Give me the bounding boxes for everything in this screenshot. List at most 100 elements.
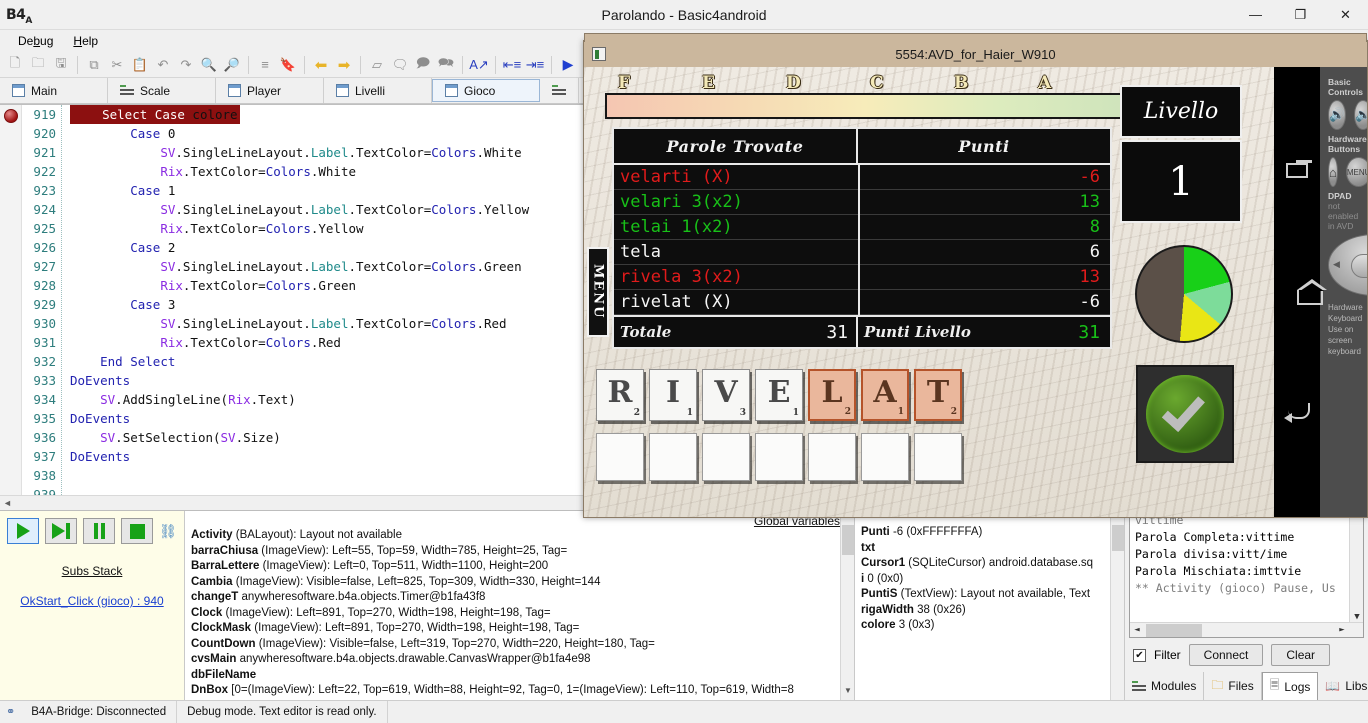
menu-item-debug[interactable]: Debug [8, 32, 63, 50]
pause-button[interactable] [83, 518, 116, 544]
global-variable-row[interactable]: ClockMask (ImageView): Left=891, Top=270… [185, 621, 854, 637]
global-variable-row[interactable]: changeT anywheresoftware.b4a.objects.Tim… [185, 590, 854, 606]
local-variables-panel[interactable]: Punti -6 (0xFFFFFFFA) txt Cursor1 (SQLiteC… [855, 511, 1125, 700]
minimize-button[interactable]: — [1233, 0, 1278, 30]
comment-remove-icon[interactable]: 🗪 [435, 54, 457, 76]
copy-icon[interactable]: ⧉ [83, 54, 105, 76]
subs-stack-item[interactable]: OkStart_Click (gioco) : 940 [20, 594, 163, 608]
close-button[interactable]: ✕ [1323, 0, 1368, 30]
global-variables-panel[interactable]: Global variables Activity (BALayout): La… [185, 511, 855, 700]
phone-screen[interactable]: F E D C B A MENU Parole Trovate Punti velarti… [584, 67, 1274, 517]
scroll-thumb[interactable] [842, 525, 854, 555]
tab-files[interactable]: 🗀 Files [1204, 672, 1262, 700]
tile-slot[interactable] [649, 433, 697, 481]
breakpoint-icon[interactable] [4, 109, 18, 123]
scroll-down-icon[interactable]: ▼ [841, 686, 854, 700]
tile-slot[interactable] [861, 433, 909, 481]
locals-vertical-scrollbar[interactable] [1110, 511, 1124, 700]
local-variable-row[interactable]: colore 3 (0x3) [855, 618, 1124, 634]
local-variable-row[interactable]: rigaWidth 38 (0x26) [855, 603, 1124, 619]
connect-button[interactable]: Connect [1188, 644, 1264, 666]
redo-icon[interactable]: ↷ [175, 54, 197, 76]
module-tab-main[interactable]: Main [0, 78, 108, 103]
tile-slot[interactable] [914, 433, 962, 481]
letter-tile[interactable]: I1 [649, 369, 697, 421]
module-tab-more[interactable] [540, 78, 579, 103]
tab-modules[interactable]: Modules [1125, 672, 1205, 700]
module-tab-gioco[interactable]: Gioco [432, 79, 540, 102]
letter-tile-rack[interactable]: R2I1V3E1L2A1T2 [596, 369, 966, 424]
recents-icon[interactable] [1286, 163, 1308, 179]
tab-logs[interactable]: 🗏 Logs [1261, 672, 1319, 700]
global-variable-row[interactable]: BarraLettere (ImageView): Left=0, Top=51… [185, 559, 854, 575]
globals-vertical-scrollbar[interactable]: ▲ ▼ [840, 511, 854, 700]
local-variable-row[interactable]: PuntiS (TextView): Layout not available,… [855, 587, 1124, 603]
back-icon[interactable] [1284, 402, 1310, 423]
comment-icon[interactable]: 🗨 [389, 54, 411, 76]
align-icon[interactable]: ≡ [254, 54, 276, 76]
empty-tile-slots[interactable] [596, 433, 966, 485]
clear-button[interactable]: Clear [1271, 644, 1331, 666]
global-variable-row[interactable]: Activity (BALayout): Layout not availabl… [185, 528, 854, 544]
volume-icon[interactable]: 🔊 [1328, 100, 1347, 130]
global-variable-row[interactable]: cvsMain anywheresoftware.b4a.objects.dra… [185, 652, 854, 668]
global-variable-row[interactable]: CountDown (ImageView): Visible=false, Le… [185, 637, 854, 653]
menu-button[interactable]: MENU [1345, 157, 1367, 187]
local-variables-list[interactable]: Punti -6 (0xFFFFFFFA) txt Cursor1 (SQLiteC… [855, 511, 1124, 634]
breakpoint-gutter[interactable] [0, 105, 22, 495]
dpad-control[interactable]: ▲ ▼ ◀ ▶ [1328, 234, 1367, 296]
step-over-button[interactable] [45, 518, 78, 544]
continue-button[interactable] [7, 518, 40, 544]
new-file-icon[interactable]: 🗋 [4, 54, 26, 76]
local-variable-row[interactable]: i 0 (0x0) [855, 572, 1124, 588]
letter-tile[interactable]: L2 [808, 369, 856, 421]
local-variable-row[interactable]: Cursor1 (SQLiteCursor) android.database.… [855, 556, 1124, 572]
tile-slot[interactable] [702, 433, 750, 481]
back-arrow-icon[interactable]: ⬅ [310, 54, 332, 76]
tile-slot[interactable] [808, 433, 856, 481]
indent-icon[interactable]: ⇥≡ [524, 54, 546, 76]
menu-item-help[interactable]: Help [63, 32, 108, 50]
forward-arrow-icon[interactable]: ➡ [333, 54, 355, 76]
bookmark-icon[interactable]: 🔖 [277, 54, 299, 76]
local-variable-row[interactable]: txt [855, 541, 1124, 557]
open-folder-icon[interactable]: 🗀 [27, 54, 49, 76]
home-button-icon[interactable]: ⌂ [1328, 157, 1338, 187]
tab-libs[interactable]: 📖 Libs [1318, 672, 1368, 700]
log-horizontal-scrollbar[interactable]: ◄ ► [1130, 622, 1363, 637]
dpad-left-icon[interactable]: ◀ [1333, 259, 1340, 270]
log-output[interactable]: vittime Parola Completa:vittime Parola div… [1129, 511, 1364, 638]
paste-icon[interactable]: 📋 [129, 54, 151, 76]
chain-icon[interactable]: ⛓ [159, 523, 177, 540]
uncomment-icon[interactable]: 🗩 [412, 54, 434, 76]
global-variable-row[interactable]: Cambia (ImageView): Visible=false, Left=… [185, 575, 854, 591]
module-tab-scale[interactable]: Scale [108, 78, 216, 103]
run-icon[interactable]: ▶ [557, 54, 579, 76]
font-size-icon[interactable]: A↗ [468, 54, 490, 76]
stop-button[interactable] [121, 518, 154, 544]
letter-tile[interactable]: E1 [755, 369, 803, 421]
letter-tile[interactable]: A1 [861, 369, 909, 421]
find-replace-icon[interactable]: 🔎 [221, 54, 243, 76]
letter-tile[interactable]: T2 [914, 369, 962, 421]
scroll-right-icon[interactable]: ► [1335, 625, 1349, 635]
save-icon[interactable]: 🖫 [50, 54, 72, 76]
scroll-thumb[interactable] [1112, 525, 1124, 551]
tile-slot[interactable] [755, 433, 803, 481]
android-nav-bar[interactable] [1274, 67, 1327, 517]
scroll-thumb[interactable] [1146, 623, 1202, 637]
menu-tab-button[interactable]: MENU [587, 247, 609, 337]
letter-tile[interactable]: V3 [702, 369, 750, 421]
log-vertical-scrollbar[interactable]: ▼ [1349, 512, 1363, 622]
global-variable-row[interactable]: barraChiusa (ImageView): Left=55, Top=59… [185, 544, 854, 560]
module-tab-livelli[interactable]: Livelli [324, 78, 432, 103]
filter-checkbox[interactable]: ✔ [1133, 648, 1146, 662]
dpad-center[interactable] [1351, 254, 1367, 278]
local-variable-row[interactable]: Punti -6 (0xFFFFFFFA) [855, 525, 1124, 541]
volume-down-icon[interactable]: 🔉 [1354, 100, 1367, 130]
find-icon[interactable]: 🔍 [198, 54, 220, 76]
ok-confirm-button[interactable] [1136, 365, 1234, 463]
comment-block-icon[interactable]: ▱ [366, 54, 388, 76]
module-tab-player[interactable]: Player [216, 78, 324, 103]
global-variable-row[interactable]: dbFileName [185, 668, 854, 684]
